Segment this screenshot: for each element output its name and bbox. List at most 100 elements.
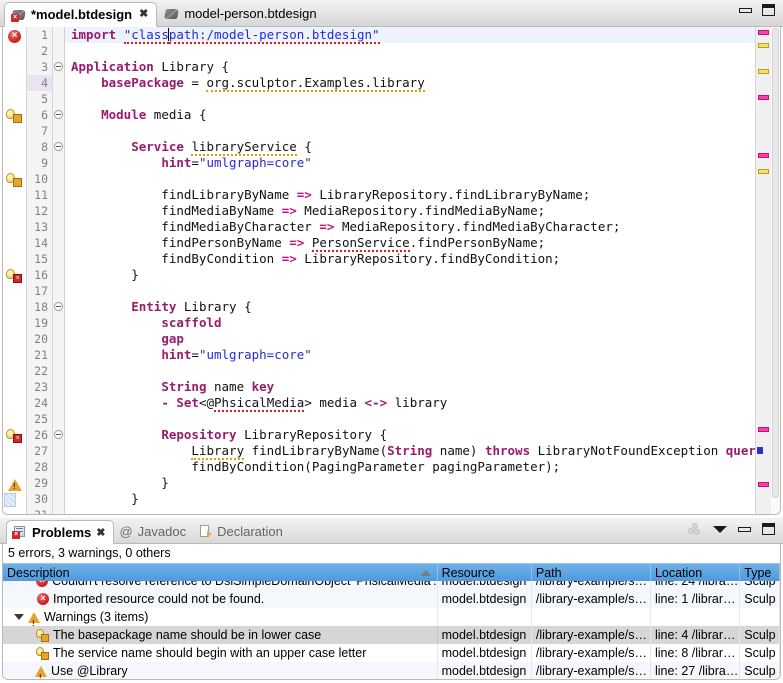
cell-location: line: 8 /librar… — [651, 644, 741, 662]
fold-toggle-line-6[interactable] — [54, 110, 63, 119]
column-header-description[interactable]: Description — [3, 564, 438, 581]
close-icon[interactable]: ✖ — [96, 526, 105, 539]
row-description-text: Use @Library — [51, 664, 128, 678]
fold-toggle-line-3[interactable] — [54, 62, 63, 71]
code-line-20[interactable]: gap — [71, 331, 184, 347]
table-row[interactable]: × Imported resource could not be found. … — [3, 590, 780, 608]
cell-location: line: 27 /libra… — [651, 662, 741, 679]
javadoc-icon: @ — [119, 523, 133, 539]
code-line-16[interactable]: } — [71, 267, 139, 283]
editor-line-numbers: 1 2 3 4 5 6 7 8 9 10 11 12 13 14 15 16 1… — [27, 27, 53, 514]
tab-problems[interactable]: × Problems ✖ — [6, 520, 115, 544]
code-line-8[interactable]: Service libraryService { — [71, 139, 312, 156]
minimize-icon[interactable] — [739, 7, 752, 13]
fold-toggle-line-26[interactable] — [54, 430, 63, 439]
line-number: 5 — [41, 92, 48, 106]
code-line-18[interactable]: Entity Library { — [71, 299, 251, 315]
code-line-12[interactable]: findMediaByName => MediaRepository.findM… — [71, 203, 545, 219]
filter-icon[interactable] — [688, 523, 702, 535]
editor-code-area[interactable]: import "classpath:/model-person.btdesign… — [65, 27, 755, 514]
column-header-type[interactable]: Type — [740, 564, 780, 581]
quickfix-warning-marker-line-8[interactable] — [6, 173, 22, 187]
fold-toggle-line-8[interactable] — [54, 142, 63, 151]
row-description-text: Imported resource could not be found. — [53, 592, 265, 606]
code-line-30[interactable]: } — [71, 491, 139, 507]
overview-error-marker[interactable] — [758, 30, 769, 35]
problems-summary: 5 errors, 3 warnings, 0 others — [3, 544, 780, 563]
tab-javadoc[interactable]: @ Javadoc — [114, 519, 194, 543]
line-number: 27 — [34, 444, 48, 458]
code-line-27[interactable]: Library findLibraryByName(String name) t… — [71, 443, 755, 460]
code-line-19[interactable]: scaffold — [71, 315, 221, 331]
editor-folding-column[interactable] — [53, 27, 65, 514]
overview-warning-marker[interactable] — [758, 69, 769, 74]
line-number: 9 — [41, 156, 48, 170]
editor-overview-ruler[interactable] — [755, 27, 771, 514]
cell-type: Sculp — [740, 581, 780, 590]
overview-error-marker[interactable] — [758, 153, 769, 158]
cell-type: Sculp — [740, 590, 780, 608]
warning-icon — [28, 612, 40, 626]
line-number: 11 — [34, 188, 48, 202]
maximize-icon[interactable] — [762, 4, 775, 16]
tab-declaration[interactable]: Declaration — [194, 519, 291, 543]
cell-path: /library-example/s… — [532, 590, 651, 608]
line-number: 4 — [27, 75, 52, 91]
overview-error-marker[interactable] — [758, 95, 769, 100]
fold-toggle-line-18[interactable] — [54, 302, 63, 311]
column-header-location[interactable]: Location — [651, 564, 741, 581]
overview-error-marker[interactable] — [758, 482, 769, 487]
code-line-14[interactable]: findPersonByName => PersonService.findPe… — [71, 235, 545, 252]
cell-description: × Imported resource could not be found. — [3, 590, 438, 608]
close-icon[interactable]: ✖ — [139, 9, 148, 20]
overview-warning-marker[interactable] — [758, 43, 769, 48]
scrollbar-thumb[interactable] — [772, 28, 779, 498]
code-line-29[interactable]: } — [71, 475, 169, 491]
cell-resource: model.btdesign — [438, 581, 532, 590]
editor-tab-model-person-btdesign[interactable]: model-person.btdesign — [157, 1, 325, 26]
cell-location: line: 24 /libra… — [651, 581, 741, 590]
table-row[interactable]: The service name should begin with an up… — [3, 644, 780, 662]
code-line-9[interactable]: hint="umlgraph=core" — [71, 155, 312, 171]
code-line-4[interactable]: basePackage = org.sculptor.Examples.libr… — [71, 75, 425, 92]
table-row[interactable]: × Couldn't resolve reference to DslSimpl… — [3, 581, 780, 590]
cell-description: The service name should begin with an up… — [3, 644, 438, 662]
quickfix-warning-marker-line-4[interactable] — [6, 109, 22, 123]
column-header-resource[interactable]: Resource — [438, 564, 532, 581]
editor-marker-gutter[interactable]: × × × — [3, 27, 27, 514]
overview-warning-marker[interactable] — [758, 169, 769, 174]
code-line-3[interactable]: Application Library { — [71, 59, 229, 75]
editor-tab-model-btdesign[interactable]: × *model.btdesign ✖ — [4, 2, 158, 27]
view-menu-icon[interactable] — [713, 525, 727, 533]
table-row[interactable]: The basepackage name should be in lower … — [3, 626, 780, 644]
overview-occurrence-marker[interactable] — [757, 447, 763, 454]
code-line-11[interactable]: findLibraryByName => LibraryRepository.f… — [71, 187, 590, 203]
cell-type: Sculp — [740, 662, 780, 679]
cell-type: Sculp — [740, 644, 780, 662]
chevron-down-icon[interactable] — [14, 614, 24, 620]
code-line-21[interactable]: hint="umlgraph=core" — [71, 347, 312, 363]
code-line-26[interactable]: Repository LibraryRepository { — [71, 427, 387, 443]
minimize-icon[interactable] — [738, 526, 751, 532]
maximize-icon[interactable] — [762, 523, 775, 535]
column-header-path[interactable]: Path — [532, 564, 651, 581]
code-line-15[interactable]: findByCondition => LibraryRepository.fin… — [71, 251, 560, 267]
overview-error-marker[interactable] — [758, 427, 769, 432]
editor-window-buttons — [739, 4, 775, 16]
table-row[interactable]: Use @Library model.btdesign /library-exa… — [3, 662, 780, 679]
code-line-13[interactable]: findMediaByCharacter => MediaRepository.… — [71, 219, 620, 235]
code-line-1[interactable]: import "classpath:/model-person.btdesign… — [71, 27, 380, 44]
warning-marker-line-27[interactable] — [8, 479, 22, 491]
quickfix-error-marker-line-14[interactable]: × — [6, 269, 22, 283]
editor-vertical-scrollbar[interactable] — [771, 27, 780, 514]
problems-view: × Problems ✖ @ Javadoc Declaration 5 err… — [0, 518, 783, 683]
code-line-24[interactable]: - Set<@PhsicalMedia> media <-> library — [71, 395, 447, 412]
error-marker-line-1[interactable]: × — [8, 30, 21, 43]
table-row-group-warnings[interactable]: Warnings (3 items) — [3, 608, 780, 626]
code-line-6[interactable]: Module media { — [71, 107, 206, 123]
quickfix-error-marker-line-24[interactable]: × — [6, 429, 22, 443]
cell-path — [532, 608, 651, 626]
btdesign-error-icon: × — [10, 8, 27, 22]
code-line-28[interactable]: findByCondition(PagingParameter pagingPa… — [71, 459, 560, 475]
code-line-23[interactable]: String name key — [71, 379, 274, 395]
